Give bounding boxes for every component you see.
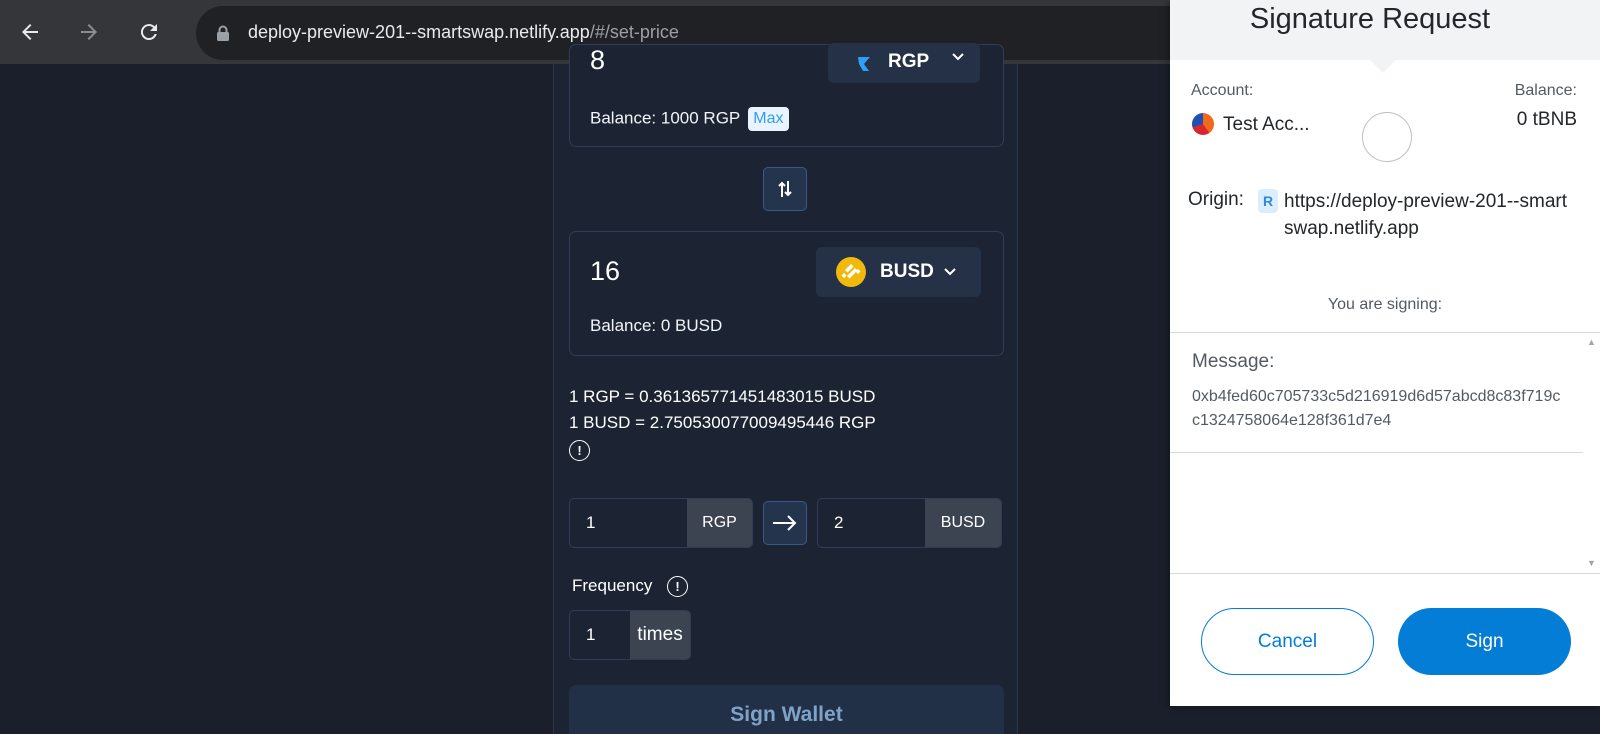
message-box[interactable]: Message: 0xb4fed60c705733c5d216919d6d57a… [1170, 332, 1600, 574]
from-balance: Balance: 1000 RGP Max [590, 107, 789, 131]
from-token-selector[interactable]: RGP [828, 43, 980, 83]
sign-button[interactable]: Sign [1398, 608, 1571, 675]
url-host: deploy-preview-201--smartswap.netlify.ap… [248, 22, 590, 42]
to-amount[interactable]: 16 [590, 256, 620, 287]
chevron-down-icon [944, 268, 956, 276]
price-from-unit: RGP [687, 499, 752, 547]
price-from-field[interactable]: 1 RGP [569, 498, 753, 548]
lock-icon [217, 25, 229, 41]
to-balance: Balance: 0 BUSD [590, 316, 723, 335]
account-name: Test Acc... [1223, 114, 1310, 135]
account-avatar [1192, 113, 1214, 135]
url-text: deploy-preview-201--smartswap.netlify.ap… [248, 22, 679, 43]
origin-url: https://deploy-preview-201--smartswap.ne… [1284, 191, 1567, 239]
header-notch [1369, 59, 1397, 73]
from-amount[interactable]: 8 [590, 45, 605, 76]
price-from-input[interactable]: 1 [570, 499, 687, 547]
price-to-unit: BUSD [925, 499, 1001, 547]
frequency-label: Frequency [572, 576, 653, 595]
message-divider [1170, 452, 1583, 453]
price-arrow-button[interactable] [763, 501, 807, 545]
popup-header: Signature Request [1170, 0, 1600, 60]
frequency-input[interactable]: 1 [570, 611, 630, 659]
message-value: 0xb4fed60c705733c5d216919d6d57abcd8c83f7… [1192, 388, 1561, 429]
max-button[interactable]: Max [748, 107, 789, 131]
popup-title: Signature Request [1249, 3, 1491, 35]
to-token-name: BUSD [880, 261, 934, 282]
origin-label: Origin: [1188, 189, 1244, 210]
arrow-right-icon [81, 24, 97, 40]
swap-arrows-icon [778, 181, 792, 197]
price-to-input[interactable]: 2 [818, 499, 925, 547]
signing-label: You are signing: [1327, 296, 1443, 313]
to-token-selector[interactable]: BUSD [816, 247, 981, 297]
frequency-field[interactable]: 1 times [569, 610, 691, 660]
busd-token-icon [836, 257, 866, 287]
url-path: /#/set-price [589, 22, 679, 42]
arrow-left-icon [22, 24, 38, 40]
from-token-box: 8 RGP Balance: 1000 RGP Max [569, 43, 1004, 147]
from-token-name: RGP [888, 51, 930, 72]
message-scrollbar[interactable]: ▲ ▼ [1583, 333, 1600, 573]
identicon-placeholder [1362, 112, 1412, 162]
scroll-down-icon[interactable]: ▼ [1587, 558, 1596, 568]
frequency-info-icon[interactable]: ! [667, 576, 688, 597]
swap-direction-button[interactable] [763, 167, 807, 211]
reload-icon [140, 24, 157, 41]
sign-wallet-button[interactable]: Sign Wallet [569, 685, 1004, 734]
rate-rgp-busd: 1 RGP = 0.361365771451483015 BUSD [569, 387, 876, 406]
account-label: Account: [1191, 82, 1254, 99]
chevron-down-icon [952, 53, 964, 61]
from-balance-text: Balance: 1000 RGP [590, 108, 741, 128]
balance-value: 0 tBNB [1516, 109, 1577, 130]
cancel-button[interactable]: Cancel [1201, 608, 1374, 675]
arrow-right-icon [773, 515, 797, 531]
rgp-token-icon [858, 57, 870, 71]
scroll-up-icon[interactable]: ▲ [1587, 337, 1596, 347]
price-to-field[interactable]: 2 BUSD [817, 498, 1002, 548]
forward-button[interactable] [71, 14, 107, 50]
balance-label: Balance: [1514, 82, 1577, 99]
rate-busd-rgp: 1 BUSD = 2.75053007700949544​6 RGP [569, 413, 876, 432]
reload-button[interactable] [131, 14, 167, 50]
message-label: Message: [1192, 351, 1275, 372]
info-icon[interactable]: ! [569, 440, 590, 461]
swap-panel: 8 RGP Balance: 1000 RGP Max 16 BUSD Balan… [553, 43, 1018, 734]
origin-site-icon: R [1258, 189, 1278, 213]
to-token-box: 16 BUSD Balance: 0 BUSD [569, 231, 1004, 356]
back-button[interactable] [12, 14, 48, 50]
frequency-unit: times [630, 611, 690, 659]
signature-request-popup: Signature Request Account: Test Acc... B… [1170, 0, 1600, 706]
